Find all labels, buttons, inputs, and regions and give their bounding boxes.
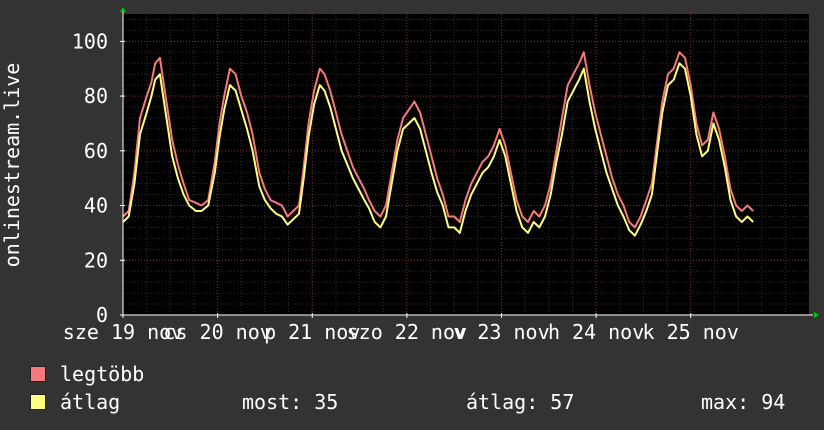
x-axis-arrow-icon bbox=[814, 312, 819, 318]
x-tick-label: szo 22 nov bbox=[347, 320, 467, 344]
legend-swatch-max bbox=[30, 366, 46, 382]
legend-label-max: legtöbb bbox=[60, 362, 145, 386]
stat-current: most: 35 bbox=[242, 390, 339, 414]
y-tick-label: 40 bbox=[84, 194, 108, 218]
legend-item-avg: átlag bbox=[30, 390, 120, 414]
stat-maximum: max: 94 bbox=[701, 390, 786, 414]
y-tick-label: 20 bbox=[84, 248, 108, 272]
y-axis-label: onlinestream.live bbox=[0, 63, 24, 268]
stat-average: átlag: 57 bbox=[466, 390, 575, 414]
x-tick-label: h 24 nov bbox=[548, 320, 644, 344]
x-tick-label: k 25 nov bbox=[643, 320, 739, 344]
chart-root: 0 20 40 60 80 100 sze 19 nov cs 20 nov p 21 nov s… bbox=[0, 0, 824, 430]
y-tick-label: 100 bbox=[72, 29, 108, 53]
plot-area bbox=[123, 14, 809, 315]
y-axis-arrow-icon bbox=[120, 7, 126, 12]
legend-item-max: legtöbb bbox=[30, 362, 144, 386]
x-tick-label: cs 20 nov bbox=[163, 320, 271, 344]
x-tick-label: v 23 nov bbox=[453, 320, 549, 344]
legend-swatch-avg bbox=[30, 394, 46, 410]
line-chart: 020406080100sze 19 novcs 20 novp 21 novs… bbox=[0, 7, 819, 344]
y-tick-label: 80 bbox=[84, 84, 108, 108]
legend-label-avg: átlag bbox=[60, 390, 121, 414]
y-tick-label: 60 bbox=[84, 139, 108, 163]
